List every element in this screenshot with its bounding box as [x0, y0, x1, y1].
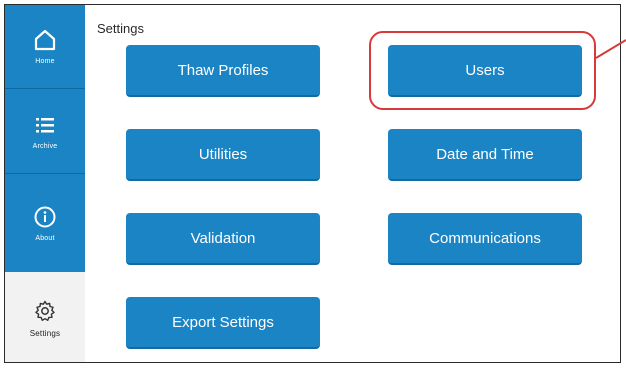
sidebar-item-about[interactable]: About [5, 174, 85, 272]
home-icon [34, 29, 56, 51]
sidebar-item-label: Settings [29, 328, 61, 338]
list-icon [36, 117, 54, 132]
sidebar-item-label: Archive [32, 142, 58, 150]
gear-icon [35, 300, 55, 321]
thaw-profiles-button[interactable]: Thaw Profiles [126, 45, 320, 97]
sidebar-item-label: Home [35, 58, 55, 65]
communications-button[interactable]: Communications [388, 213, 582, 265]
sidebar-item-label: About [35, 234, 55, 242]
page-title: Settings [97, 21, 144, 36]
sidebar: Home Archive About Settings [5, 5, 85, 362]
utilities-button[interactable]: Utilities [126, 129, 320, 181]
sidebar-item-settings[interactable]: Settings [5, 272, 85, 362]
sidebar-item-archive[interactable]: Archive [5, 89, 85, 174]
date-and-time-button[interactable]: Date and Time [388, 129, 582, 181]
info-icon [34, 206, 56, 227]
users-highlight-callout [369, 31, 596, 110]
sidebar-item-home[interactable]: Home [5, 5, 85, 89]
export-settings-button[interactable]: Export Settings [126, 297, 320, 349]
validation-button[interactable]: Validation [126, 213, 320, 265]
